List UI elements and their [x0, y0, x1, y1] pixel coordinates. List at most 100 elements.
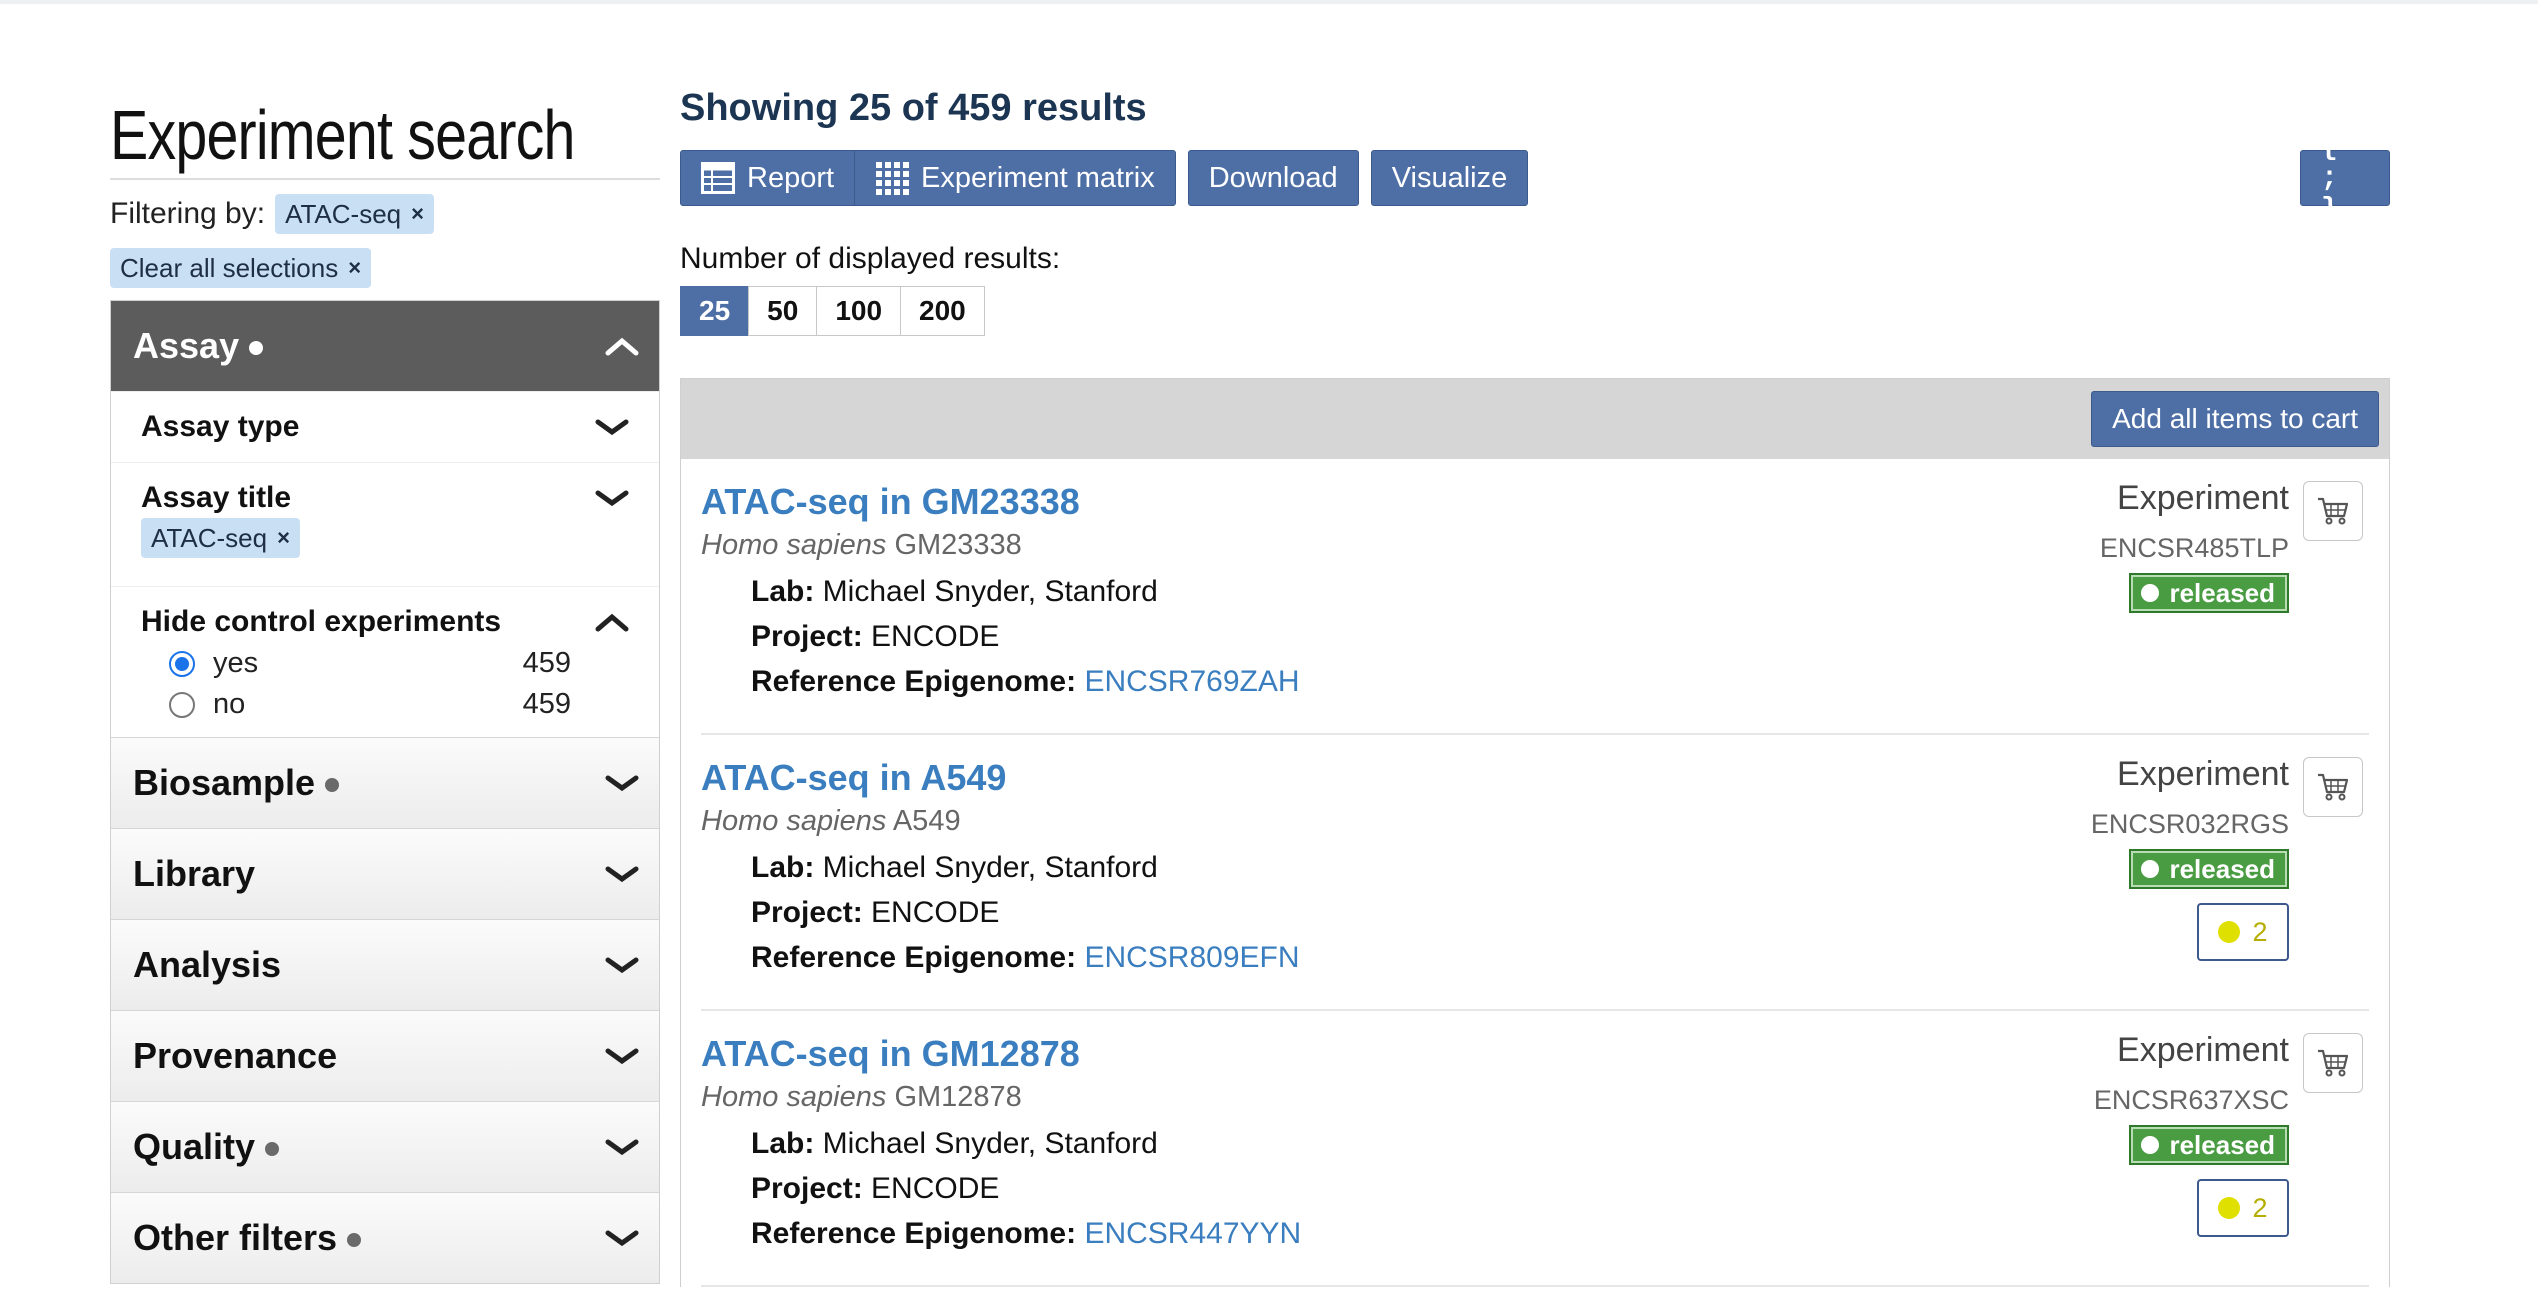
facet-group-label: Analysis — [133, 944, 282, 985]
lab-line: Lab: Michael Snyder, Stanford — [751, 1127, 1158, 1161]
audit-button[interactable]: 2 — [2197, 1179, 2289, 1237]
report-button[interactable]: Report — [680, 150, 856, 206]
experiment-matrix-button[interactable]: Experiment matrix — [854, 150, 1176, 206]
report-label: Report — [747, 161, 835, 194]
grid-icon — [876, 162, 910, 195]
selected-term-pill[interactable]: ATAC-seq × — [141, 518, 300, 558]
result-title-link[interactable]: ATAC-seq in GM23338 — [701, 481, 1080, 523]
selection-dot-icon — [325, 778, 340, 793]
biosample-name: A549 — [892, 805, 961, 837]
experiment-matrix-label: Experiment matrix — [921, 161, 1155, 194]
clear-all-label: Clear all selections — [120, 252, 339, 283]
audit-button[interactable]: 2 — [2197, 903, 2289, 961]
audit-count: 2 — [2252, 1192, 2268, 1223]
radio-count: 459 — [522, 647, 571, 679]
download-button[interactable]: Download — [1187, 150, 1359, 206]
list-item: ATAC-seq in GM23338 Homo sapiens GM23338… — [701, 459, 2369, 735]
facet-group-label: Biosample — [133, 762, 316, 803]
page-size-100[interactable]: 100 — [816, 286, 902, 336]
accession: ENCSR637XSC — [2093, 1085, 2289, 1115]
radio-option-no[interactable]: no 459 — [141, 688, 571, 721]
organism-name: Homo sapiens — [701, 805, 887, 837]
add-to-cart-button[interactable] — [2303, 1033, 2363, 1093]
ref-epigenome-link[interactable]: ENCSR447YYN — [1084, 1217, 1301, 1250]
organism-name: Homo sapiens — [701, 529, 887, 561]
page-size-50[interactable]: 50 — [748, 286, 818, 336]
facet-group-label: Assay — [133, 325, 240, 366]
ref-epigenome-label: Reference Epigenome: — [751, 665, 1077, 698]
lab-line: Lab: Michael Snyder, Stanford — [751, 575, 1158, 609]
filter-pill[interactable]: ATAC-seq × — [275, 194, 434, 234]
facet-assay-type[interactable]: Assay type — [111, 391, 659, 462]
ref-epigenome-label: Reference Epigenome: — [751, 1217, 1077, 1250]
remove-icon[interactable]: × — [411, 201, 424, 227]
lab-value: Michael Snyder, Stanford — [822, 1127, 1158, 1160]
radio-button[interactable] — [169, 650, 195, 677]
chevron-up-icon[interactable] — [595, 612, 629, 632]
chevron-down-icon — [605, 775, 639, 792]
project-line: Project: ENCODE — [751, 896, 999, 930]
result-type: Experiment — [2117, 479, 2289, 517]
status-label: released — [2169, 853, 2275, 884]
selection-dot-icon — [347, 1233, 362, 1248]
project-label: Project: — [751, 896, 863, 929]
chevron-up-icon — [605, 337, 639, 356]
visualize-button[interactable]: Visualize — [1370, 150, 1529, 206]
radio-button[interactable] — [169, 691, 195, 718]
results-panel: Showing 25 of 459 results Report Experim… — [680, 80, 2390, 1287]
filtering-by: Filtering by: ATAC-seq × — [110, 192, 660, 236]
chevron-down-icon — [595, 490, 629, 507]
audit-count: 2 — [2252, 916, 2268, 947]
status-badge: released — [2129, 849, 2289, 889]
facet-group-label: Provenance — [133, 1035, 338, 1076]
page-size-200[interactable]: 200 — [900, 286, 985, 336]
facet-group-assay[interactable]: Assay — [111, 301, 659, 391]
facet-group-label: Quality — [133, 1126, 256, 1167]
results-list-header: Add all items to cart — [681, 379, 2389, 459]
radio-option-yes[interactable]: yes 459 — [141, 647, 571, 680]
chevron-down-icon — [605, 1048, 639, 1065]
top-border — [0, 0, 2538, 4]
radio-count: 459 — [522, 688, 571, 720]
ref-epigenome-link[interactable]: ENCSR809EFN — [1084, 941, 1299, 974]
page-size-label: Number of displayed results: — [680, 242, 1061, 275]
audit-warning-icon — [2218, 1197, 2241, 1219]
remove-icon[interactable]: × — [277, 525, 290, 551]
facet-group-quality[interactable]: Quality — [111, 1101, 659, 1192]
json-button[interactable]: { ; } — [2300, 132, 2390, 225]
facet-group-analysis[interactable]: Analysis — [111, 919, 659, 1010]
result-organism: Homo sapiens A549 — [701, 805, 961, 838]
result-title-link[interactable]: ATAC-seq in A549 — [701, 757, 1006, 799]
title-divider — [110, 178, 660, 180]
ref-epigenome-label: Reference Epigenome: — [751, 941, 1077, 974]
add-to-cart-button[interactable] — [2303, 481, 2363, 541]
project-value: ENCODE — [871, 896, 1000, 929]
facet-group-provenance[interactable]: Provenance — [111, 1010, 659, 1101]
chevron-down-icon — [605, 866, 639, 883]
radio-label: yes — [213, 647, 259, 679]
selection-dot-icon — [249, 341, 264, 356]
result-type: Experiment — [2117, 755, 2289, 793]
page-title: Experiment search — [110, 96, 575, 174]
audit-warning-icon — [2218, 921, 2241, 943]
lab-label: Lab: — [751, 1127, 815, 1160]
result-title-link[interactable]: ATAC-seq in GM12878 — [701, 1033, 1080, 1075]
facet-hide-control: Hide control experiments yes 459 no 459 — [111, 586, 659, 737]
facet-list: Assay Assay type Assay title ATAC-seq × … — [110, 300, 660, 1284]
page-size-25[interactable]: 25 — [680, 286, 750, 336]
list-item: ATAC-seq in A549 Homo sapiens A549 Lab: … — [701, 735, 2369, 1011]
status-dot-icon — [2141, 860, 2160, 878]
project-label: Project: — [751, 620, 863, 653]
filtering-label: Filtering by: — [110, 197, 266, 230]
facet-group-other-filters[interactable]: Other filters — [111, 1192, 659, 1283]
ref-epigenome-link[interactable]: ENCSR769ZAH — [1084, 665, 1299, 698]
project-line: Project: ENCODE — [751, 620, 999, 654]
project-value: ENCODE — [871, 1172, 1000, 1205]
project-value: ENCODE — [871, 620, 1000, 653]
facet-group-label: Library — [133, 853, 256, 894]
add-to-cart-button[interactable] — [2303, 757, 2363, 817]
facet-group-biosample[interactable]: Biosample — [111, 737, 659, 828]
facet-group-library[interactable]: Library — [111, 828, 659, 919]
add-all-to-cart-button[interactable]: Add all items to cart — [2091, 391, 2379, 447]
clear-all-button[interactable]: Clear all selections × — [110, 248, 372, 288]
